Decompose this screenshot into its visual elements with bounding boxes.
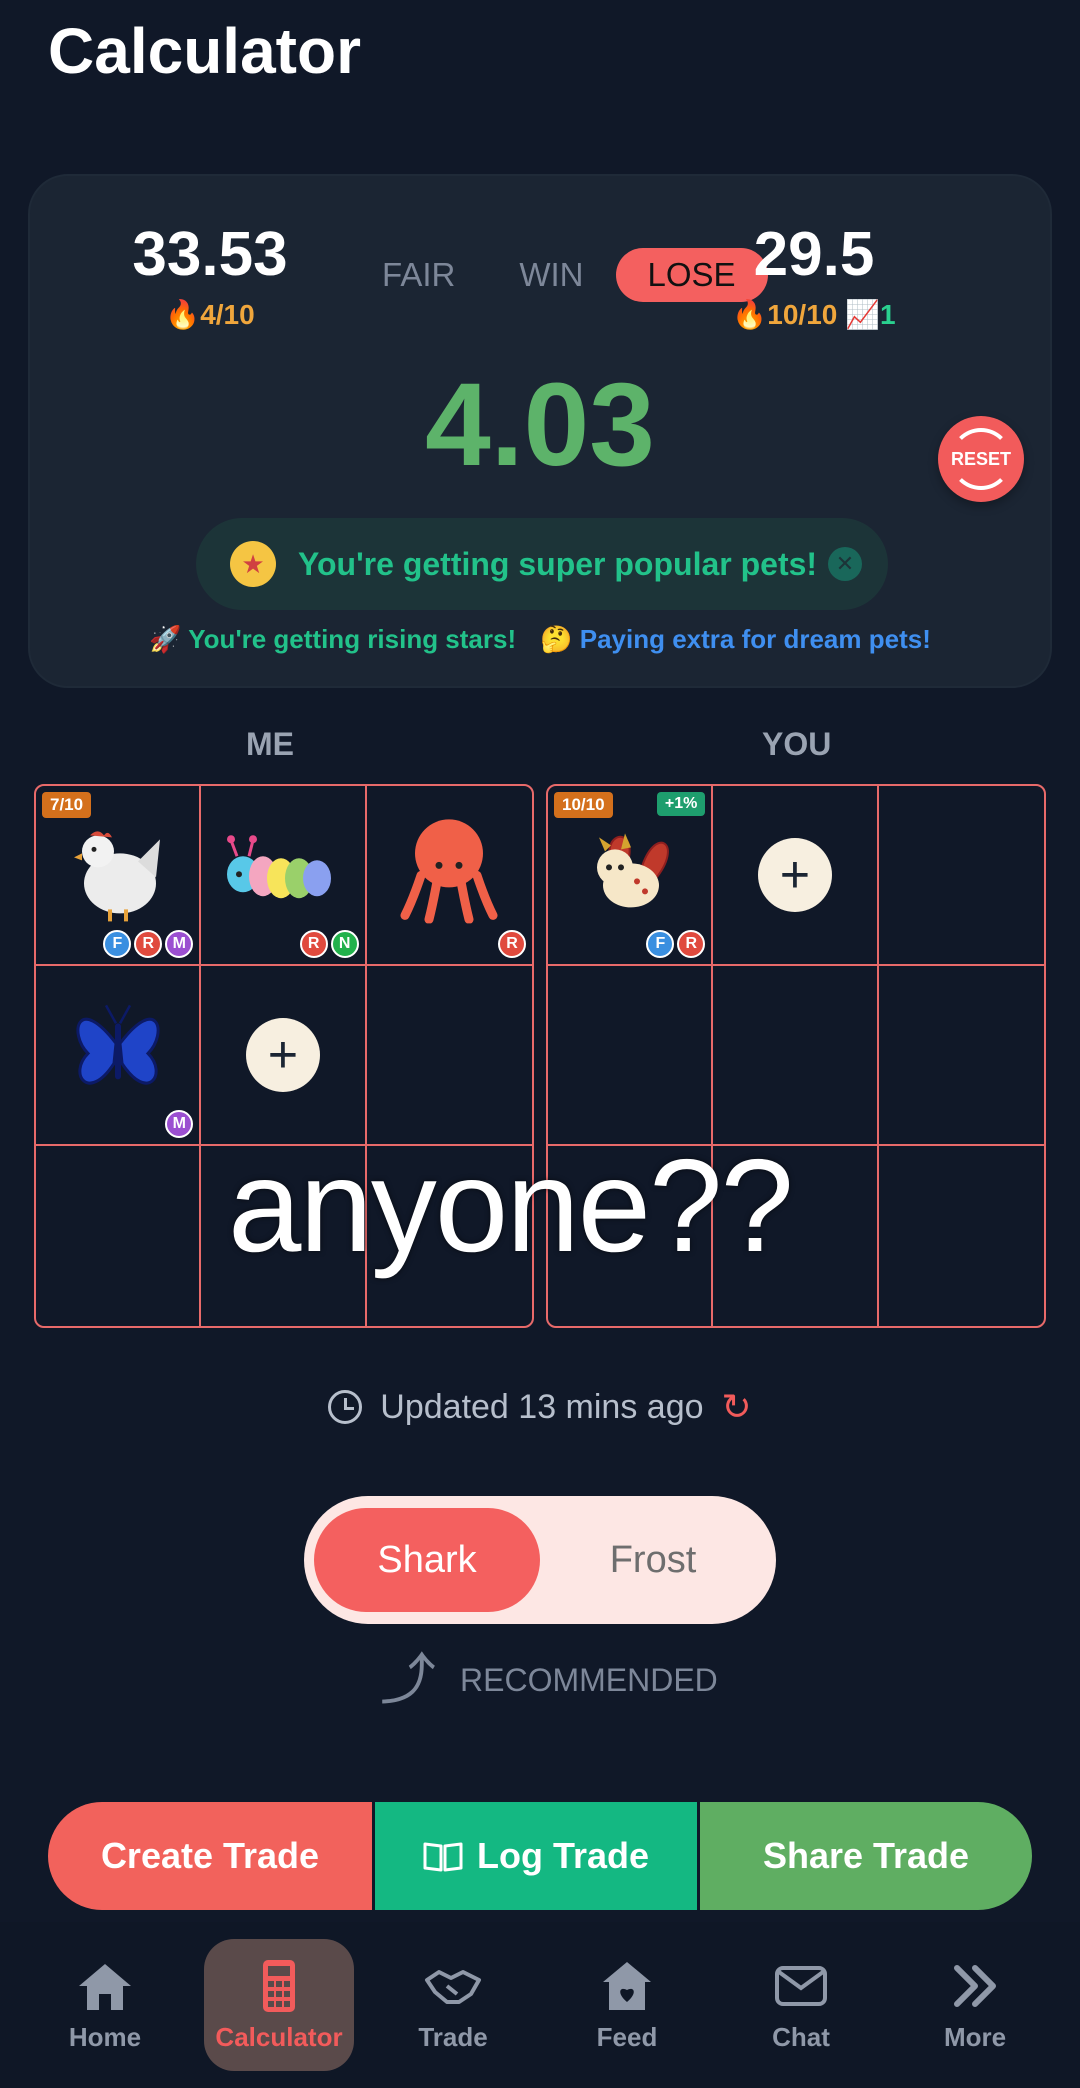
- status-win[interactable]: WIN: [487, 248, 615, 302]
- nav-more[interactable]: More: [900, 1939, 1050, 2071]
- close-icon[interactable]: ✕: [828, 547, 862, 581]
- trend-icon: 📈: [845, 299, 881, 330]
- ride-tag: R: [677, 930, 706, 958]
- rocket-icon: 🚀: [149, 624, 182, 654]
- fire-icon: 🔥: [165, 299, 201, 330]
- mail-icon: [775, 1965, 827, 2006]
- handshake-icon: [425, 1969, 481, 2004]
- my-value: 33.53: [132, 220, 288, 289]
- pet-slot-add[interactable]: +: [201, 966, 367, 1146]
- my-demand: 🔥4/10: [165, 299, 255, 330]
- page-title: Calculator: [48, 15, 361, 87]
- ride-tag: R: [134, 930, 163, 958]
- nav-calculator[interactable]: Calculator: [204, 1939, 354, 2071]
- butterfly-pet-icon: [76, 1004, 160, 1085]
- octopus-pet-icon: [400, 819, 498, 924]
- bottom-navigation: Home Calculator Trade Feed Chat More: [0, 1922, 1080, 2088]
- pet-tags: R N: [299, 930, 359, 958]
- caterpillar-pet-icon: [226, 835, 331, 899]
- trade-actions: Create Trade Log Trade Share Trade: [48, 1802, 1032, 1910]
- plus-icon: +: [779, 846, 811, 904]
- your-value-score: 29.5 🔥10/10 📈1: [704, 224, 924, 331]
- pet-slot-empty[interactable]: [548, 966, 714, 1146]
- add-pet-button[interactable]: +: [757, 838, 832, 912]
- calculator-summary-card: 33.53 🔥4/10 FAIR WIN LOSE 29.5 🔥10/10 📈1…: [28, 174, 1052, 688]
- pet-slot-empty[interactable]: [36, 1146, 202, 1326]
- pet-tags: F R M: [103, 930, 194, 958]
- clock-icon: [328, 1390, 363, 1424]
- log-trade-button[interactable]: Log Trade: [372, 1802, 700, 1910]
- nav-home[interactable]: Home: [30, 1939, 180, 2071]
- banner-text: You're getting super popular pets!: [298, 545, 818, 582]
- feed-icon: [603, 1961, 651, 2010]
- home-icon: [79, 1963, 131, 2010]
- mega-tag: M: [165, 930, 194, 958]
- pet-slot[interactable]: R N: [201, 786, 367, 966]
- me-label: ME: [246, 726, 294, 762]
- fire-icon: 🔥: [732, 299, 768, 330]
- ride-tag: R: [299, 930, 328, 958]
- pet-slot-empty[interactable]: [878, 786, 1044, 966]
- star-eyes-emoji-icon: ★: [230, 541, 276, 587]
- thinking-face-icon: 🤔: [540, 624, 573, 654]
- fly-tag: F: [103, 930, 132, 958]
- frost-option[interactable]: Frost: [540, 1508, 766, 1612]
- calculator-icon: [263, 1959, 295, 2012]
- pet-tags: F R: [646, 930, 706, 958]
- pet-slot[interactable]: R: [366, 786, 532, 966]
- your-demand: 🔥10/10 📈1: [732, 299, 896, 330]
- you-label: YOU: [762, 726, 832, 762]
- chevrons-right-icon: [954, 1964, 996, 2007]
- updated-text: Updated 13 mins ago: [380, 1387, 704, 1426]
- value-difference: 4.03: [425, 359, 655, 491]
- share-trade-button[interactable]: Share Trade: [700, 1802, 1032, 1910]
- recommended-label: RECOMMENDED: [460, 1661, 718, 1698]
- refresh-ring-icon: [950, 428, 1012, 490]
- pet-tags: R: [497, 930, 526, 958]
- dragon-pet-icon: [596, 833, 669, 908]
- shark-option[interactable]: Shark: [314, 1508, 540, 1612]
- ride-tag: R: [497, 930, 526, 958]
- chicken-pet-icon: [73, 831, 160, 922]
- my-value-score: 33.53 🔥4/10: [100, 224, 320, 331]
- your-value: 29.5: [753, 220, 875, 289]
- pet-slot-empty[interactable]: [713, 966, 879, 1146]
- pet-tags: M: [165, 1110, 194, 1138]
- recommended-hint: ⤴ RECOMMENDED: [380, 1652, 718, 1708]
- status-fair[interactable]: FAIR: [350, 248, 487, 302]
- pet-slot[interactable]: 10/10 +1% F R: [548, 786, 714, 966]
- add-pet-button[interactable]: +: [245, 1018, 320, 1092]
- mega-tag: M: [165, 1110, 194, 1138]
- value-source-toggle: Shark Frost: [304, 1496, 776, 1624]
- nav-chat[interactable]: Chat: [726, 1939, 876, 2071]
- reset-button[interactable]: RESET: [938, 416, 1024, 502]
- pet-slot-add[interactable]: +: [713, 786, 879, 966]
- refresh-icon[interactable]: ↻: [722, 1386, 752, 1428]
- pet-slot-empty[interactable]: [366, 966, 532, 1146]
- nav-trade[interactable]: Trade: [378, 1939, 528, 2071]
- popular-pets-banner: ★ You're getting super popular pets! ✕: [196, 518, 888, 610]
- nav-feed[interactable]: Feed: [552, 1939, 702, 2071]
- plus-icon: +: [267, 1026, 299, 1084]
- updated-status: Updated 13 mins ago ↻: [0, 1386, 1080, 1428]
- book-icon: [423, 1842, 463, 1872]
- trend-badge: +1%: [656, 792, 706, 816]
- trade-insights: 🚀 You're getting rising stars! 🤔 Paying …: [149, 624, 931, 654]
- pet-slot-empty[interactable]: [879, 1146, 1044, 1326]
- create-trade-button[interactable]: Create Trade: [48, 1802, 372, 1910]
- overlay-caption: anyone??: [228, 1132, 794, 1279]
- pet-slot[interactable]: 7/10 F R M: [36, 786, 202, 966]
- fly-tag: F: [646, 930, 675, 958]
- pet-slot[interactable]: M: [36, 966, 202, 1146]
- pet-slot-empty[interactable]: [878, 966, 1044, 1146]
- neon-tag: N: [330, 930, 359, 958]
- curved-arrow-up-icon: ⤴: [380, 1648, 436, 1711]
